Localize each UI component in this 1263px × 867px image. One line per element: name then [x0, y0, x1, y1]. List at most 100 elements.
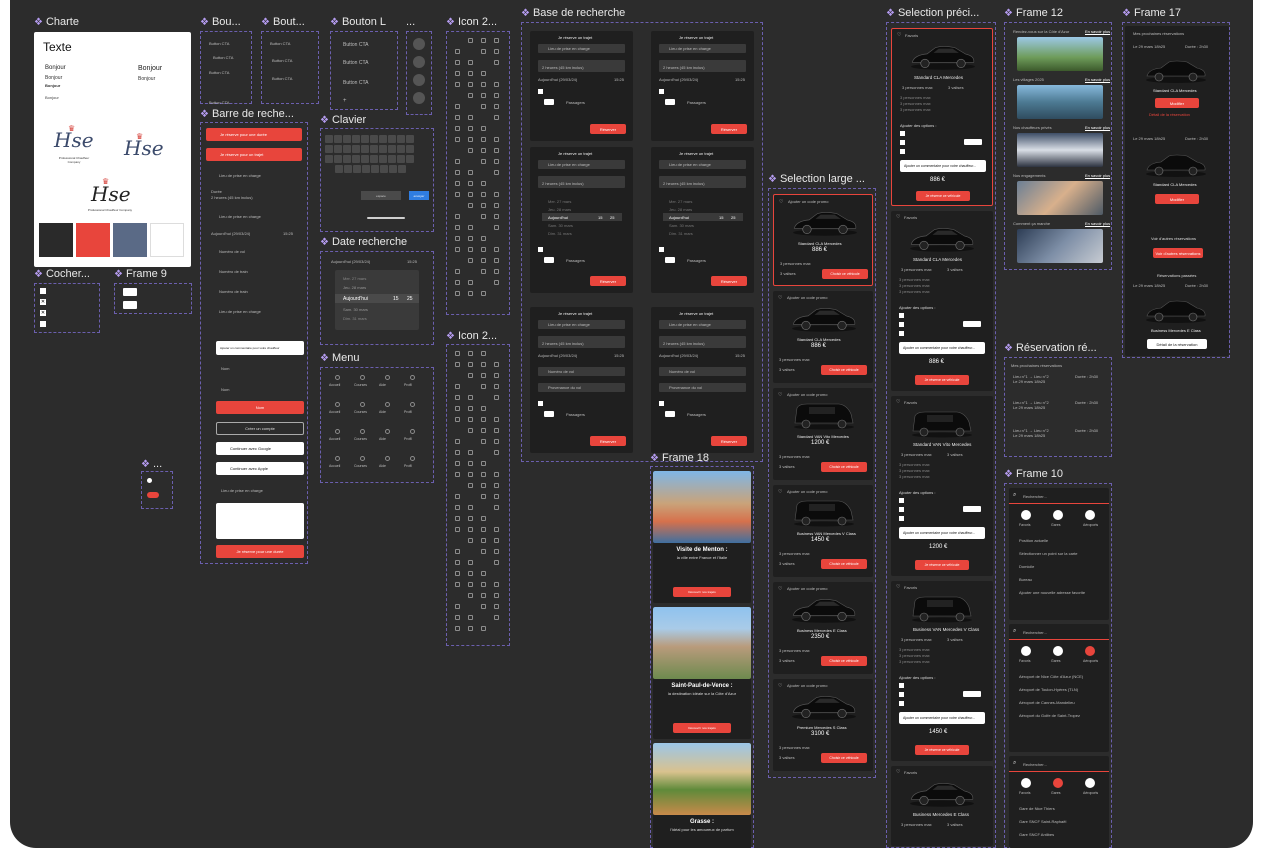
library-icon[interactable] — [468, 406, 473, 411]
library-icon[interactable] — [481, 527, 486, 532]
heart-icon[interactable]: ♡ — [896, 399, 900, 405]
library-icon[interactable] — [481, 538, 486, 543]
frame-label-frame17[interactable]: ❖ Frame 17 — [1122, 7, 1181, 19]
library-icon[interactable] — [494, 615, 499, 620]
address-picker-panel[interactable]: ⌕ Rechercher... Favoris Gares Aéroports Posit… — [1009, 488, 1109, 620]
library-icon[interactable] — [468, 395, 473, 400]
library-icon[interactable] — [468, 203, 473, 208]
library-icon[interactable] — [455, 225, 460, 230]
library-icon[interactable] — [468, 538, 473, 543]
library-icon[interactable] — [481, 439, 486, 444]
keyboard-frame[interactable]: espace envoyer — [320, 128, 434, 232]
library-icon[interactable] — [494, 593, 499, 598]
library-icon[interactable] — [494, 60, 499, 65]
booking-form[interactable]: Je réserve un trajet Lieu de prise en cha… — [530, 147, 633, 293]
library-icon[interactable] — [455, 351, 460, 356]
library-icon[interactable] — [468, 60, 473, 65]
vehicle-detail-card[interactable]: ♡ Favoris Standard CLA Mercedes 3 personnes… — [891, 28, 993, 206]
library-icon[interactable] — [468, 571, 473, 576]
library-icon[interactable] — [455, 269, 460, 274]
library-icon[interactable] — [455, 291, 460, 296]
library-icon[interactable] — [481, 483, 486, 488]
frame-label-barre[interactable]: ❖ Barre de reche... — [200, 108, 294, 120]
frame-label-icon-1[interactable]: ❖ Icon 2... — [446, 16, 497, 28]
library-icon[interactable] — [468, 373, 473, 378]
option-stepper[interactable] — [963, 506, 981, 512]
library-icon[interactable] — [481, 428, 486, 433]
library-icon[interactable] — [494, 269, 499, 274]
library-icon[interactable] — [494, 247, 499, 252]
tab-gares-icon[interactable] — [1053, 778, 1063, 788]
plus-icon[interactable]: + — [343, 98, 347, 104]
tab-aéroports-icon[interactable] — [1085, 510, 1095, 520]
cta-sample[interactable]: Button CTA — [209, 41, 229, 46]
choose-vehicle-button[interactable]: Choisir ce véhicule — [821, 656, 867, 666]
library-icon[interactable] — [494, 549, 499, 554]
checkbox[interactable] — [659, 89, 664, 94]
library-icon[interactable] — [468, 428, 473, 433]
library-icon[interactable] — [481, 582, 486, 587]
learn-more-link[interactable]: En savoir plus — [1085, 221, 1110, 226]
bouton-frame-1[interactable]: Button CTA Button CTA Button CTA Button … — [200, 31, 252, 105]
library-icon[interactable] — [494, 170, 499, 175]
frame-label-frame10[interactable]: ❖ Frame 10 — [1004, 468, 1063, 480]
address-item[interactable]: Aéroport de Cannes-Mandelieu — [1019, 700, 1075, 705]
heart-icon[interactable]: ♡ — [778, 489, 782, 495]
reserve-button[interactable]: Réserver — [590, 436, 626, 446]
library-icon[interactable] — [481, 214, 486, 219]
library-icon[interactable] — [455, 236, 460, 241]
passenger-stepper[interactable] — [544, 99, 554, 105]
library-icon[interactable] — [455, 549, 460, 554]
frame-label-clavier[interactable]: ❖ Clavier — [320, 114, 366, 126]
frame-label-frame18[interactable]: ❖ Frame 18 — [650, 452, 709, 464]
search-input[interactable]: Rechercher... — [1023, 762, 1047, 767]
keyboard[interactable] — [325, 135, 431, 175]
library-icon[interactable] — [468, 181, 473, 186]
library-icon[interactable] — [468, 148, 473, 153]
frame-label-menu[interactable]: ❖ Menu — [320, 352, 360, 364]
toggle-frame[interactable] — [141, 471, 173, 509]
address-item[interactable]: Domicile — [1019, 564, 1034, 569]
date-field[interactable]: Aujourd'hui (29/03/24) — [538, 77, 577, 82]
frame-label-base[interactable]: ❖ Base de recherche — [521, 7, 625, 19]
discover-button[interactable]: Découvrir nos trajets — [673, 587, 731, 597]
reserve-button[interactable]: Réserver — [711, 276, 747, 286]
cta-sample[interactable]: Button CTA — [209, 70, 229, 75]
library-icon[interactable] — [455, 461, 460, 466]
checkbox-checked[interactable]: ✕ — [40, 299, 46, 305]
library-icon[interactable] — [468, 93, 473, 98]
library-icon[interactable] — [494, 258, 499, 263]
checkbox[interactable] — [538, 247, 543, 252]
library-icon[interactable] — [468, 71, 473, 76]
vehicle-card[interactable]: Ajouter un code promo ♡ Standard CLA Merce… — [773, 194, 873, 286]
modify-booking-button[interactable]: Modifier — [1155, 194, 1199, 204]
date-wheel[interactable]: Mer. 27 mars Jeu. 28 mars Aujourd'hui Sam. … — [542, 195, 622, 241]
library-icon[interactable] — [481, 258, 486, 263]
vehicle-card[interactable]: Ajouter un code promo ♡ Standard VAN Vito … — [773, 388, 873, 480]
tab-aéroports-icon[interactable] — [1085, 778, 1095, 788]
menu-frame[interactable]: Accueil Courses Aide Profil Accueil Courses Ai… — [320, 367, 434, 483]
name-field[interactable]: Nom — [221, 366, 229, 371]
booking-detail-button[interactable]: Détail de la réservation — [1147, 339, 1207, 349]
frame-label-sel-large[interactable]: ❖ Selection large ... — [768, 173, 865, 185]
library-icon[interactable] — [455, 395, 460, 400]
library-icon[interactable] — [455, 137, 460, 142]
library-icon[interactable] — [455, 280, 460, 285]
round-icon-button[interactable] — [413, 56, 425, 68]
library-icon[interactable] — [455, 615, 460, 620]
option-checkbox[interactable] — [900, 131, 905, 136]
bouton-frame-2[interactable]: Button CTA Button CTA Button CTA — [261, 31, 319, 104]
library-icon[interactable] — [481, 247, 486, 252]
library-icon[interactable] — [468, 505, 473, 510]
library-icon[interactable] — [468, 483, 473, 488]
library-icon[interactable] — [468, 236, 473, 241]
library-icon[interactable] — [468, 582, 473, 587]
date-wheel[interactable]: Mer. 27 mars Jeu. 28 mars Aujourd'hui Sam. … — [663, 195, 743, 241]
library-icon[interactable] — [455, 582, 460, 587]
address-item[interactable]: Position actuelle — [1019, 538, 1048, 543]
address-item[interactable]: Gare SNCF Saint-Raphaël — [1019, 819, 1066, 824]
library-icon[interactable] — [455, 362, 460, 367]
library-icon[interactable] — [494, 280, 499, 285]
library-icon[interactable] — [468, 258, 473, 263]
frame-label-frame9[interactable]: ❖ Frame 9 — [114, 268, 167, 280]
